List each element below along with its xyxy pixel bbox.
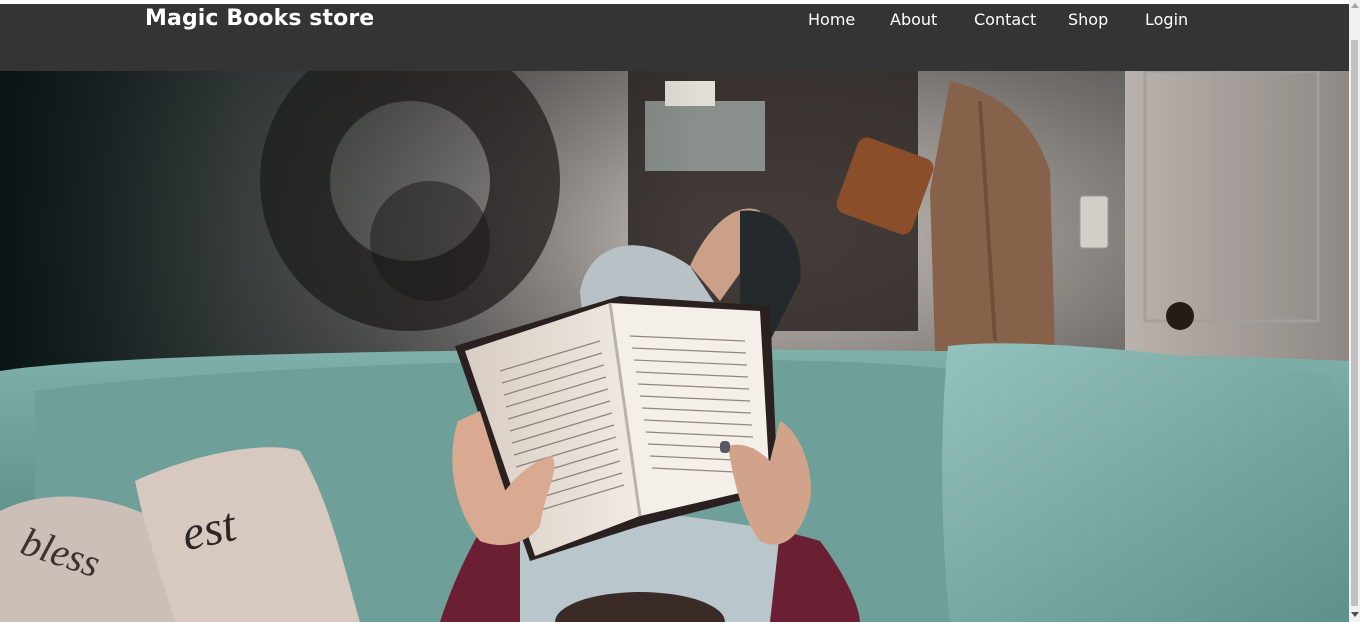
hero-image: bless est <box>0 71 1349 622</box>
scrollbar-thumb[interactable] <box>1351 40 1358 606</box>
vertical-scrollbar[interactable] <box>1349 0 1360 622</box>
nav-link-contact[interactable]: Contact <box>974 10 1036 29</box>
reading-on-couch-illustration: bless est <box>0 71 1349 622</box>
nav-menu: Home About Contact Shop Login <box>0 10 1349 34</box>
page: Magic Books store Home About Contact Sho… <box>0 0 1360 622</box>
couch-pillow <box>942 343 1349 622</box>
nav-link-shop[interactable]: Shop <box>1068 10 1108 29</box>
nav-link-about[interactable]: About <box>890 10 937 29</box>
scroll-down-arrow-icon[interactable] <box>1351 612 1359 617</box>
scroll-up-arrow-icon[interactable] <box>1351 3 1359 8</box>
nav-link-home[interactable]: Home <box>808 10 855 29</box>
navbar: Magic Books store Home About Contact Sho… <box>0 4 1349 71</box>
nav-link-login[interactable]: Login <box>1145 10 1188 29</box>
